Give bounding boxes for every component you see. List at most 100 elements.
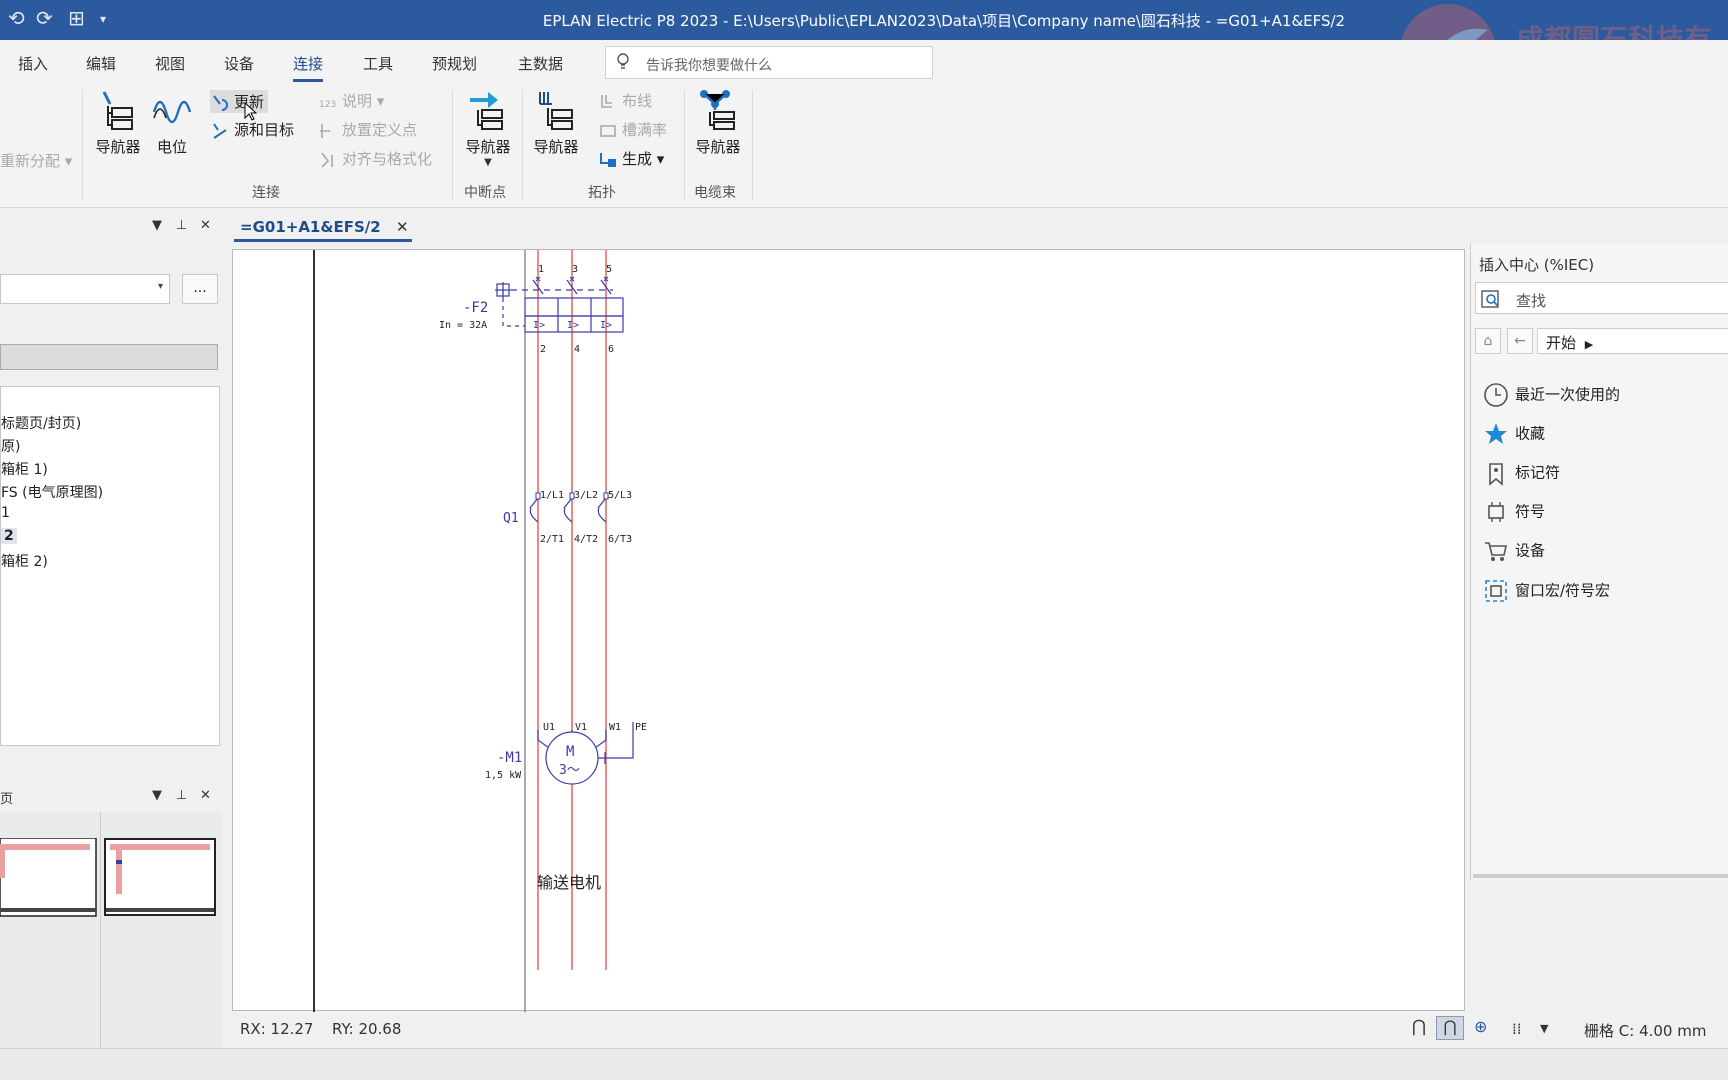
tab-device[interactable]: 设备: [224, 53, 254, 74]
panel-dropdown-icon[interactable]: ▼: [152, 218, 162, 233]
eplan-window: ⟲ ⟳ ⊞ ▾ EPLAN Electric P8 2023 - E:\User…: [0, 0, 1728, 1080]
definition-point-icon: [320, 123, 330, 138]
generate-button[interactable]: 生成 ▾: [598, 148, 664, 169]
cable-navigator-label: 导航器: [695, 138, 741, 156]
document-tab[interactable]: =G01+A1&EFS/2 ✕: [234, 212, 412, 242]
chevron-down-icon: ▾: [157, 281, 163, 292]
cable-navigator-button[interactable]: 导航器: [690, 88, 746, 157]
cable-group-label: 电缆束: [694, 185, 736, 201]
source-target-button[interactable]: 源和目标: [210, 119, 294, 140]
tree-item[interactable]: 1: [1, 505, 10, 521]
group-separator: [452, 90, 453, 200]
tree-item[interactable]: 箱柜 1): [1, 459, 48, 479]
group-separator: [522, 90, 523, 200]
identifier-label: 标记符: [1515, 463, 1561, 482]
tab-insert[interactable]: 插入: [18, 53, 48, 74]
tab-edit[interactable]: 编辑: [86, 53, 116, 74]
update-icon: [213, 94, 228, 111]
tree-item[interactable]: 标题页/封页): [1, 413, 81, 433]
thumbnail-divider: [100, 812, 101, 1048]
devices-label: 设备: [1515, 541, 1546, 560]
chevron-right-icon: ▶: [1584, 338, 1594, 351]
panel-dropdown-icon[interactable]: ▼: [152, 788, 162, 803]
lightbulb-icon: [617, 53, 629, 69]
insert-center-item-identifier[interactable]: 标记符: [1483, 460, 1560, 486]
tree-item[interactable]: 原): [1, 436, 20, 456]
tab-preplanning[interactable]: 预规划: [432, 53, 477, 74]
potential-button[interactable]: 电位: [148, 88, 196, 157]
connection-navigator-button[interactable]: 导航器: [92, 88, 144, 157]
page-thumbnail-1[interactable]: [0, 838, 98, 918]
insert-center-item-recent[interactable]: 最近一次使用的: [1483, 382, 1620, 408]
snap-icon[interactable]: ⋂: [1412, 1017, 1426, 1037]
chevron-down-icon[interactable]: ▼: [460, 157, 516, 168]
close-icon[interactable]: ✕: [200, 218, 211, 233]
schematic-drawing: I> I> I> -F2 In = 32A 1 3 5 2 4 6 Q1 1/L…: [313, 250, 647, 1012]
tab-view[interactable]: 视图: [155, 53, 185, 74]
insert-center-item-macros[interactable]: 窗口宏/符号宏: [1483, 578, 1610, 604]
motor-term-w1: W1: [609, 722, 621, 733]
tree-item[interactable]: 箱柜 2): [1, 551, 48, 571]
m1-device-tag: -M1: [497, 750, 522, 766]
topology-navigator-button[interactable]: 导航器: [528, 88, 584, 157]
close-tab-icon[interactable]: ✕: [396, 218, 409, 236]
insert-center-item-symbols[interactable]: 符号: [1483, 499, 1545, 525]
page-thumbnail-2[interactable]: [104, 838, 218, 918]
ribbon-panel: 重新分配 ▾ 导航器 电位 更新 源和目标 123 说明 ▾ 放置定义点 对齐与…: [0, 82, 1728, 208]
filter-bar[interactable]: [0, 344, 218, 370]
grid-dots-icon[interactable]: ⁞⁞: [1512, 1020, 1522, 1038]
m1-power: 1,5 kW: [485, 770, 522, 781]
potential-wave-icon: [152, 100, 192, 124]
explain-button[interactable]: 123 说明 ▾: [318, 90, 384, 111]
place-definition-label: 放置定义点: [342, 121, 418, 139]
f2-term-bottom-2: 4: [574, 344, 580, 355]
tell-me-search-input[interactable]: 告诉我你想要做什么: [605, 46, 933, 79]
breadcrumb[interactable]: 开始 ▶: [1537, 328, 1728, 354]
tree-item[interactable]: FS (电气原理图): [1, 482, 103, 502]
f2-rating: In = 32A: [439, 320, 487, 331]
search-placeholder: 告诉我你想要做什么: [646, 58, 772, 74]
chevron-down-icon[interactable]: ▼: [1540, 1022, 1548, 1035]
home-icon[interactable]: ⌂: [1475, 328, 1501, 354]
tree-item-selected[interactable]: 2: [1, 528, 17, 544]
topology-navigator-label: 导航器: [533, 138, 579, 156]
grid-snap-toggle-icon[interactable]: ⋂: [1436, 1016, 1464, 1040]
back-arrow-icon[interactable]: ←: [1507, 328, 1533, 354]
breakpoint-navigator-button[interactable]: 导航器 ▼: [460, 88, 516, 168]
breakpoint-navigator-icon: [470, 92, 503, 130]
breadcrumb-start: 开始: [1546, 334, 1577, 352]
pin-icon[interactable]: ⊥: [176, 218, 187, 233]
fill-rate-icon: [600, 124, 616, 137]
fill-rate-button[interactable]: 槽满率: [598, 119, 667, 140]
source-target-label: 源和目标: [234, 121, 295, 139]
f2-term-top-1: 1: [538, 264, 544, 275]
motor-phase: 3～: [559, 763, 580, 778]
rx-coordinate: RX: 12.27: [240, 1020, 314, 1038]
grid-size: 栅格 C: 4.00 mm: [1584, 1022, 1707, 1040]
place-definition-point-button[interactable]: 放置定义点: [318, 119, 417, 140]
insert-center-item-devices[interactable]: 设备: [1483, 538, 1545, 564]
pin-icon[interactable]: ⊥: [176, 788, 187, 803]
tab-tools[interactable]: 工具: [363, 53, 393, 74]
breakpoint-group-label: 中断点: [464, 185, 506, 201]
schematic-caption: 输送电机: [537, 873, 601, 892]
reassign-button[interactable]: 重新分配 ▾: [0, 150, 72, 171]
close-icon[interactable]: ✕: [200, 788, 211, 803]
filter-select[interactable]: ▾: [0, 274, 170, 304]
ribbon-tab-bar: 插入 编辑 视图 设备 连接 工具 预规划 主数据 告诉我你想要做什么: [0, 40, 1728, 82]
tab-connection[interactable]: 连接: [293, 53, 324, 82]
update-connections-button[interactable]: 更新: [210, 90, 269, 113]
panel-splitter[interactable]: [1473, 874, 1728, 878]
align-format-button[interactable]: 对齐与格式化: [318, 148, 432, 169]
schematic-canvas[interactable]: I> I> I> -F2 In = 32A 1 3 5 2 4 6 Q1 1/L…: [232, 249, 1465, 1012]
insert-center-search-input[interactable]: 查找: [1475, 282, 1728, 314]
topology-group-label: 拓扑: [588, 185, 616, 201]
crosshair-icon[interactable]: ⊕: [1474, 1017, 1487, 1036]
insert-center-item-favorites[interactable]: 收藏: [1483, 421, 1545, 447]
tab-master-data[interactable]: 主数据: [518, 53, 563, 74]
routing-icon: [601, 94, 612, 108]
routing-button[interactable]: 布线: [598, 90, 652, 111]
document-tab-strip: =G01+A1&EFS/2 ✕: [222, 208, 1728, 244]
motor-term-pe: PE: [635, 722, 647, 733]
browse-button[interactable]: ...: [182, 274, 218, 304]
